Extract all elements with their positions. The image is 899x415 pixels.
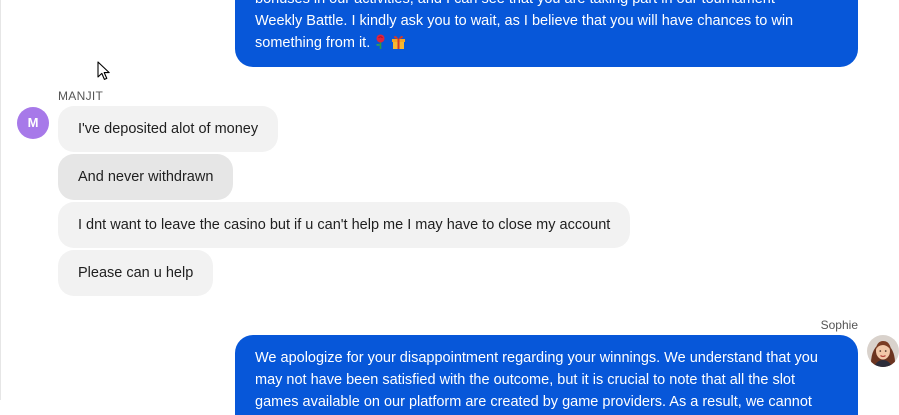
gift-icon bbox=[392, 35, 406, 49]
agent-message-line: games available on our platform are crea… bbox=[255, 394, 812, 410]
user-avatar: M bbox=[17, 107, 49, 139]
user-message-bubble: I've deposited alot of money bbox=[58, 106, 279, 152]
agent-message-line: may not have been satisfied with the out… bbox=[255, 372, 796, 388]
user-message-bubble: And never withdrawn bbox=[58, 154, 234, 200]
agent-message-line: We apologize for your disappointment reg… bbox=[255, 350, 818, 366]
agent-message-line: something from it. bbox=[255, 35, 371, 51]
agent-message-line: Weekly Battle. I kindly ask you to wait,… bbox=[255, 13, 794, 29]
agent-sender-name: Sophie bbox=[820, 318, 858, 332]
rose-icon bbox=[376, 34, 385, 49]
agent-message-bubble: bonuses in our activities, and I can see… bbox=[235, 0, 858, 67]
user-sender-name: MANJIT bbox=[58, 89, 104, 103]
user-avatar-initial: M bbox=[27, 115, 39, 130]
agent-message-bubble: We apologize for your disappointment reg… bbox=[235, 335, 858, 415]
user-message-bubble: Please can u help bbox=[58, 250, 214, 296]
chat-left-border bbox=[0, 0, 1, 400]
agent-avatar bbox=[867, 335, 899, 367]
user-message-bubble: I dnt want to leave the casino but if u … bbox=[58, 202, 631, 248]
agent-message-line: bonuses in our activities, and I can see… bbox=[255, 0, 838, 10]
agent-photo-avatar bbox=[867, 335, 899, 367]
mouse-cursor-icon bbox=[97, 61, 110, 80]
